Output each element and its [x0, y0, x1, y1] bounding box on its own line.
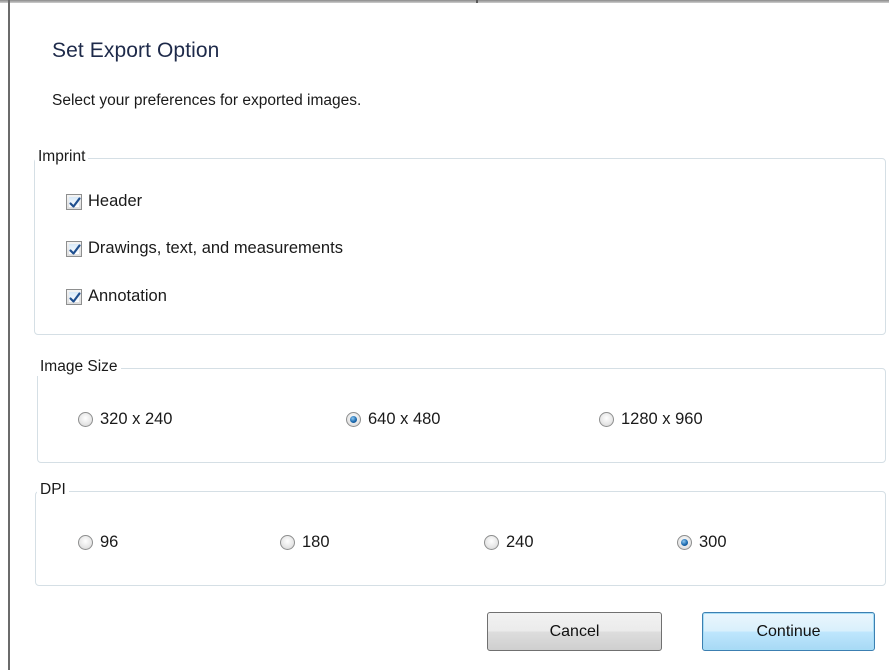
dpi-group-label: DPI [37, 481, 69, 499]
image-size-640-label: 640 x 480 [368, 410, 441, 428]
imprint-annotation-option[interactable]: Annotation [66, 287, 167, 306]
cancel-button[interactable]: Cancel [487, 612, 662, 651]
dpi-96-label: 96 [100, 533, 119, 551]
dpi-96-option[interactable]: 96 [78, 533, 118, 552]
drawings-checkbox[interactable] [66, 240, 82, 257]
image-size-320-label: 320 x 240 [100, 410, 173, 428]
imprint-group-label: Imprint [35, 148, 89, 166]
dpi-300-option[interactable]: 300 [677, 533, 727, 552]
checkmark-icon [69, 243, 81, 255]
header-checkbox[interactable] [66, 193, 82, 210]
dpi-180-option[interactable]: 180 [280, 533, 330, 552]
dpi-180-label: 180 [302, 533, 330, 551]
continue-button[interactable]: Continue [702, 612, 875, 651]
drawings-checkbox-label: Drawings, text, and measurements [88, 239, 343, 257]
dialog-title: Set Export Option [52, 39, 220, 62]
dialog-subtitle: Select your preferences for exported ima… [52, 92, 362, 109]
checkmark-icon [69, 196, 81, 208]
annotation-checkbox-label: Annotation [88, 287, 167, 305]
annotation-checkbox[interactable] [66, 288, 82, 305]
imprint-header-option[interactable]: Header [66, 192, 142, 211]
image-size-320-radio[interactable] [78, 412, 93, 427]
image-size-640-option[interactable]: 640 x 480 [346, 410, 440, 429]
dpi-96-radio[interactable] [78, 535, 93, 550]
dpi-180-radio[interactable] [280, 535, 295, 550]
image-size-1280-label: 1280 x 960 [621, 410, 703, 428]
image-size-320-option[interactable]: 320 x 240 [78, 410, 172, 429]
window-frame: Set Export Option Select your preference… [0, 0, 889, 670]
image-size-group-label: Image Size [37, 358, 121, 376]
image-size-640-radio[interactable] [346, 412, 361, 427]
imprint-drawings-option[interactable]: Drawings, text, and measurements [66, 239, 343, 258]
dpi-240-label: 240 [506, 533, 534, 551]
header-checkbox-label: Header [88, 192, 143, 210]
dpi-240-radio[interactable] [484, 535, 499, 550]
dpi-240-option[interactable]: 240 [484, 533, 534, 552]
dpi-group [35, 491, 886, 586]
dpi-300-radio[interactable] [677, 535, 692, 550]
export-options-dialog: Set Export Option Select your preference… [10, 3, 889, 670]
dpi-300-label: 300 [699, 533, 727, 551]
checkmark-icon [69, 291, 81, 303]
image-size-1280-radio[interactable] [599, 412, 614, 427]
image-size-1280-option[interactable]: 1280 x 960 [599, 410, 703, 429]
